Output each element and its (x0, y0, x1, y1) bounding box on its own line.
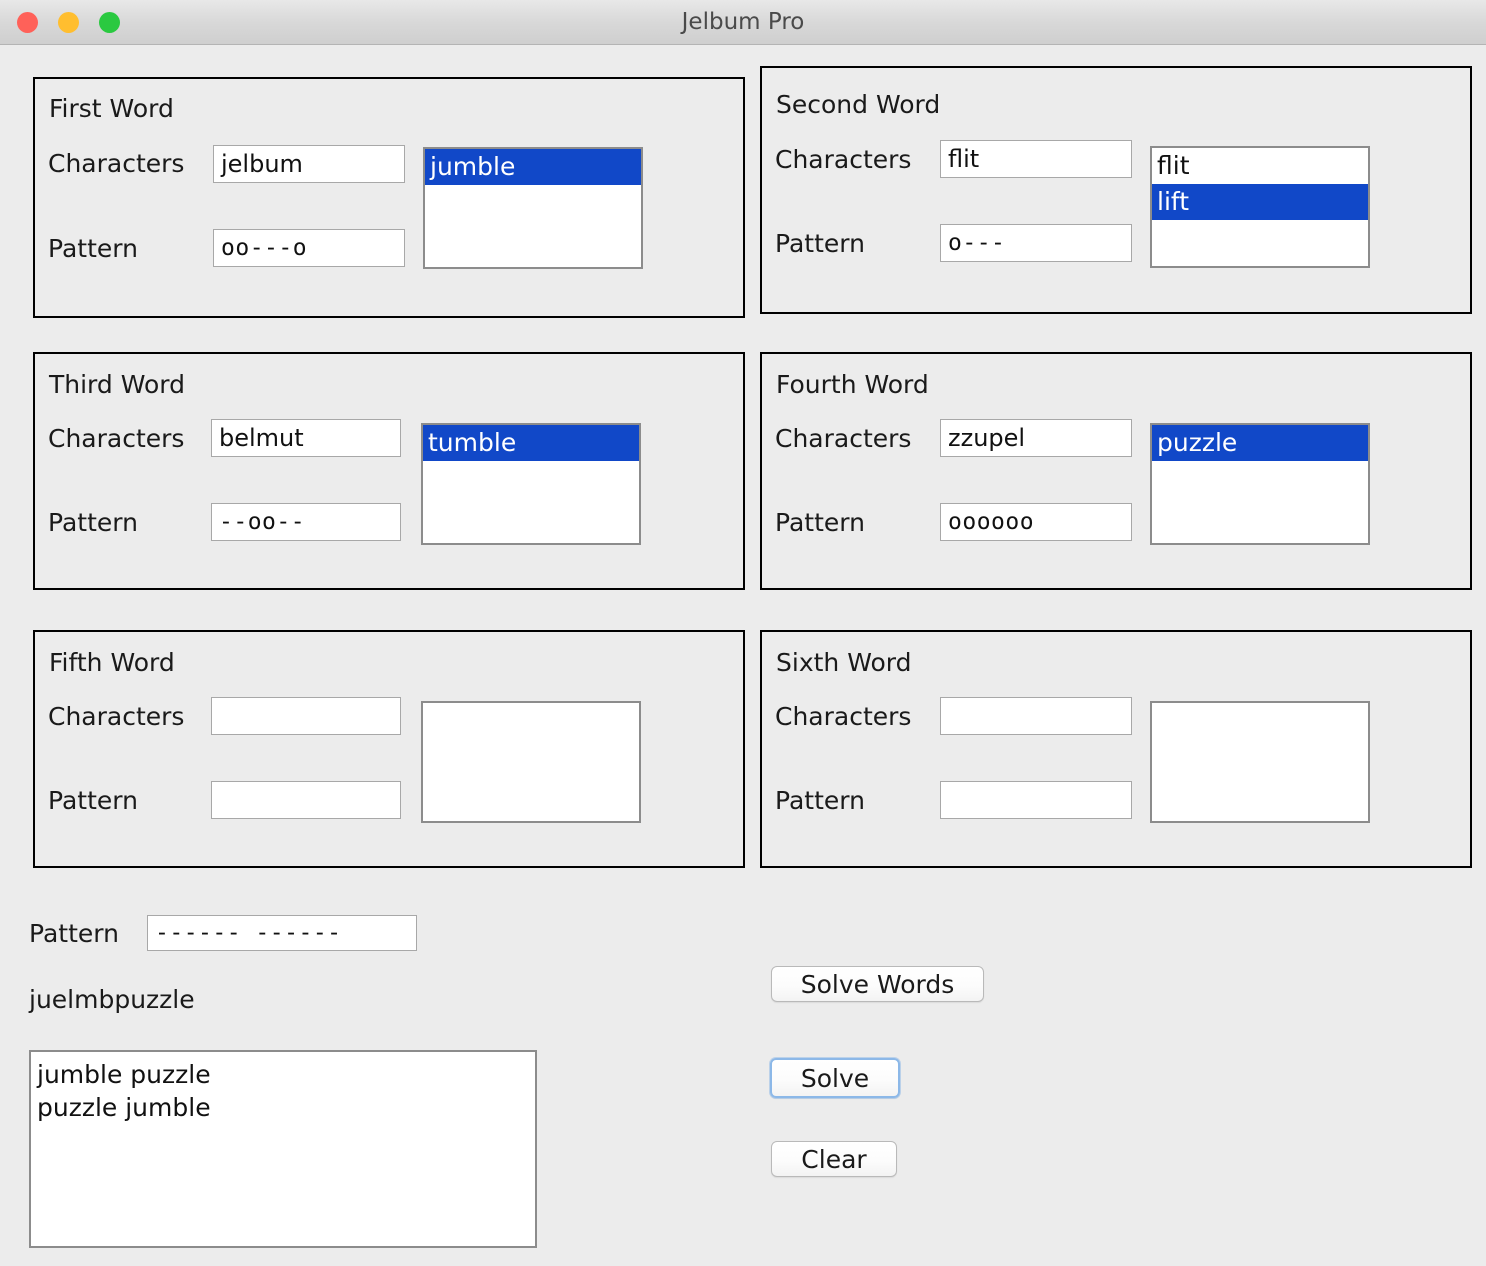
second-word-pattern-label: Pattern (775, 229, 865, 258)
third-word-pattern-input[interactable]: --oo-- (211, 503, 401, 541)
sixth-word-pattern-label: Pattern (775, 786, 865, 815)
window-titlebar: Jelbum Pro (0, 0, 1486, 45)
fifth-word-characters-label: Characters (48, 702, 184, 731)
first-word-pattern-input[interactable]: oo---o (213, 229, 405, 267)
clear-button[interactable]: Clear (771, 1141, 897, 1177)
third-word-characters-input[interactable]: belmut (211, 419, 401, 457)
third-word-pattern-label: Pattern (48, 508, 138, 537)
fifth-word-matches-list[interactable] (421, 701, 641, 823)
list-item[interactable]: jumble puzzle (37, 1058, 535, 1091)
solve-button[interactable]: Solve (770, 1058, 900, 1098)
fifth-word-pattern-input[interactable] (211, 781, 401, 819)
second-word-matches-list[interactable]: flit lift (1150, 146, 1370, 268)
fourth-word-panel-title: Fourth Word (776, 370, 929, 399)
first-word-characters-label: Characters (48, 149, 184, 178)
overall-pattern-label: Pattern (29, 919, 119, 948)
first-word-pattern-label: Pattern (48, 234, 138, 263)
fifth-word-panel-title: Fifth Word (49, 648, 175, 677)
list-item[interactable]: jumble (425, 149, 641, 185)
fifth-word-panel: Fifth Word Characters Pattern (33, 630, 745, 868)
second-word-panel: Second Word Characters flit Pattern o---… (760, 66, 1472, 314)
overall-pattern-input[interactable]: ------ ------ (147, 915, 417, 951)
sixth-word-panel-title: Sixth Word (776, 648, 911, 677)
sixth-word-pattern-input[interactable] (940, 781, 1132, 819)
fourth-word-pattern-label: Pattern (775, 508, 865, 537)
application-window: Jelbum Pro First Word Characters jelbum … (0, 0, 1486, 1266)
fourth-word-characters-label: Characters (775, 424, 911, 453)
window-title: Jelbum Pro (0, 0, 1486, 45)
sixth-word-characters-input[interactable] (940, 697, 1132, 735)
fourth-word-panel: Fourth Word Characters zzupel Pattern oo… (760, 352, 1472, 590)
scrambled-letters-text: juelmbpuzzle (29, 985, 195, 1014)
fifth-word-characters-input[interactable] (211, 697, 401, 735)
list-item[interactable]: puzzle (1152, 425, 1368, 461)
second-word-characters-input[interactable]: flit (940, 140, 1132, 178)
second-word-pattern-input[interactable]: o--- (940, 224, 1132, 262)
third-word-matches-list[interactable]: tumble (421, 423, 641, 545)
first-word-panel-title: First Word (49, 94, 174, 123)
solution-results-list[interactable]: jumble puzzle puzzle jumble (29, 1050, 537, 1248)
third-word-characters-label: Characters (48, 424, 184, 453)
sixth-word-panel: Sixth Word Characters Pattern (760, 630, 1472, 868)
solve-words-button[interactable]: Solve Words (771, 966, 984, 1002)
third-word-panel: Third Word Characters belmut Pattern --o… (33, 352, 745, 590)
fourth-word-pattern-input[interactable]: oooooo (940, 503, 1132, 541)
sixth-word-matches-list[interactable] (1150, 701, 1370, 823)
fifth-word-pattern-label: Pattern (48, 786, 138, 815)
fourth-word-matches-list[interactable]: puzzle (1150, 423, 1370, 545)
first-word-characters-input[interactable]: jelbum (213, 145, 405, 183)
list-item[interactable]: puzzle jumble (37, 1091, 535, 1124)
first-word-matches-list[interactable]: jumble (423, 147, 643, 269)
list-item[interactable]: lift (1152, 184, 1368, 220)
fourth-word-characters-input[interactable]: zzupel (940, 419, 1132, 457)
second-word-panel-title: Second Word (776, 90, 940, 119)
list-item[interactable]: tumble (423, 425, 639, 461)
sixth-word-characters-label: Characters (775, 702, 911, 731)
first-word-panel: First Word Characters jelbum Pattern oo-… (33, 77, 745, 318)
second-word-characters-label: Characters (775, 145, 911, 174)
list-item[interactable]: flit (1152, 148, 1368, 184)
third-word-panel-title: Third Word (49, 370, 185, 399)
